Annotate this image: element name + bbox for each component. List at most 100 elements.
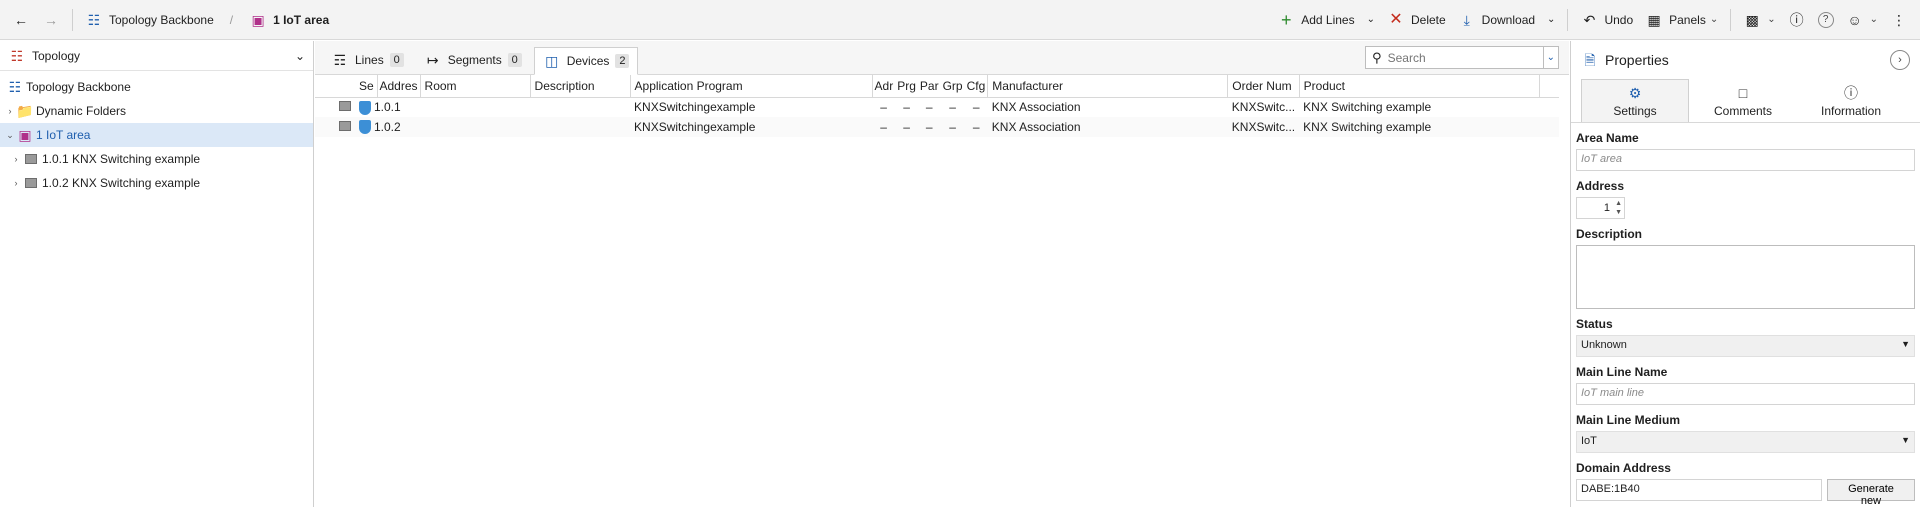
tree-item-dynamic-folders[interactable]: › 📁 Dynamic Folders	[0, 99, 313, 123]
column-header-address[interactable]: Addres	[377, 75, 421, 98]
stepper-arrows-icon[interactable]: ▲ ▼	[1615, 199, 1622, 217]
tree-item-topology-backbone[interactable]: ☷ Topology Backbone	[0, 75, 313, 99]
delete-x-icon: ✕	[1389, 10, 1403, 28]
divider	[1567, 8, 1569, 31]
segments-icon: ↦	[426, 52, 439, 68]
download-button[interactable]: ⤓ Download	[1452, 6, 1541, 34]
order-number-cell: KNXSwitc...	[1231, 100, 1296, 115]
chevron-down-icon[interactable]: ⌄	[295, 49, 305, 63]
tree-item-label: Topology Backbone	[26, 80, 131, 94]
chevron-right-icon[interactable]: ›	[10, 178, 22, 188]
download-label: Download	[1481, 12, 1536, 27]
column-header-prg[interactable]: Prg	[895, 75, 918, 98]
tab-devices[interactable]: ◫ Devices 2	[533, 47, 639, 75]
tree-panel-header[interactable]: ☷ Topology ⌄	[0, 41, 313, 71]
add-lines-dropdown[interactable]: ⌄	[1361, 6, 1381, 34]
info-icon: ⓘ	[1789, 11, 1804, 28]
tree-item-device-1-0-1[interactable]: › 1.0.1 KNX Switching example	[0, 147, 313, 171]
room-cell	[420, 97, 530, 117]
cfg-cell: –	[964, 117, 988, 137]
product-cell: KNX Switching example	[1303, 100, 1432, 115]
help-button[interactable]: ?	[1812, 6, 1840, 34]
tab-comments[interactable]: □ Comments	[1689, 79, 1797, 122]
chevron-right-icon[interactable]: ›	[10, 154, 22, 164]
par-cell: –	[925, 100, 933, 115]
column-header-application-program[interactable]: Application Program	[630, 75, 873, 98]
devices-table: Se Addres Room Description Application P…	[315, 75, 1560, 137]
column-header-cfg[interactable]: Cfg	[964, 75, 989, 98]
column-header-product[interactable]: Product	[1299, 75, 1540, 98]
status-label: Status	[1576, 317, 1613, 331]
tree-item-label: 1 IoT area	[36, 128, 91, 142]
column-header-par[interactable]: Par	[917, 75, 941, 98]
search-input[interactable]	[1385, 50, 1543, 65]
properties-tabs: ⚙ Settings □ Comments ⓘ Information	[1571, 79, 1920, 123]
tree-item-iot-area[interactable]: ⌄ ▣ 1 IoT area	[0, 123, 313, 147]
area-name-field[interactable]: IoT area	[1576, 149, 1915, 171]
breadcrumb-topology-backbone[interactable]: ☷ Topology Backbone	[79, 6, 220, 34]
column-header-order-number[interactable]: Order Num	[1227, 75, 1300, 98]
undo-icon: ↶	[1583, 11, 1596, 28]
grp-cell: –	[949, 100, 956, 115]
tab-information[interactable]: ⓘ Information	[1797, 79, 1905, 122]
order-number-cell: KNXSwitc...	[1227, 117, 1300, 137]
download-dropdown[interactable]: ⌄	[1541, 6, 1561, 34]
row-device-icon-cell	[315, 97, 359, 117]
chevron-down-icon[interactable]: ⌄	[4, 130, 16, 141]
column-header-description[interactable]: Description	[530, 75, 631, 98]
user-icon: ☺	[1847, 11, 1862, 28]
add-lines-button[interactable]: + Add Lines	[1271, 6, 1360, 34]
properties-header: 🗎 Properties ›	[1571, 41, 1920, 79]
column-header-manufacturer[interactable]: Manufacturer	[987, 75, 1229, 98]
column-header-adr[interactable]: Adr	[872, 75, 896, 98]
description-cell	[530, 117, 631, 137]
table-row[interactable]: 1.0.2 KNXSwitchingexample – – – – – KNX …	[315, 117, 1560, 137]
address-stepper[interactable]: 1 ▲ ▼	[1576, 197, 1625, 219]
address-cell: 1.0.1	[359, 97, 420, 117]
properties-panel: 🗎 Properties › ⚙ Settings □ Comments ⓘ I…	[1570, 41, 1920, 507]
workspace-button[interactable]: ▩ ⌄	[1737, 6, 1781, 34]
collapse-panel-button[interactable]: ›	[1890, 50, 1910, 70]
forward-button[interactable]: →	[36, 6, 66, 34]
more-button[interactable]: ⋮	[1884, 6, 1914, 34]
chevron-right-icon: ›	[1898, 54, 1902, 66]
delete-button[interactable]: ✕ Delete	[1381, 6, 1452, 34]
main-line-medium-value: IoT	[1581, 435, 1597, 447]
domain-address-field[interactable]: DABE:1B40	[1576, 479, 1822, 501]
tree-item-label: Dynamic Folders	[36, 104, 127, 118]
search-icon: ⚲	[1372, 50, 1382, 65]
count-badge: 2	[615, 54, 630, 68]
user-button[interactable]: ☺ ⌄	[1840, 6, 1884, 34]
count-badge: 0	[507, 53, 522, 67]
column-header-security[interactable]: Se	[359, 75, 378, 98]
table-row[interactable]: 1.0.1 KNXSwitchingexample – – – – – KNX …	[315, 97, 1559, 117]
main-line-medium-select[interactable]: IoT ▼	[1576, 431, 1915, 453]
device-icon	[22, 174, 40, 192]
breadcrumb-iot-area[interactable]: ▣ 1 IoT area	[243, 6, 335, 34]
info-button[interactable]: ⓘ	[1782, 6, 1812, 34]
description-textarea[interactable]	[1576, 245, 1915, 309]
prg-cell: –	[895, 117, 918, 137]
chevron-right-icon[interactable]: ›	[4, 106, 16, 116]
column-header-grp[interactable]: Grp	[940, 75, 965, 98]
tree-item-device-1-0-2[interactable]: › 1.0.2 KNX Switching example	[0, 171, 313, 195]
row-device-icon-cell	[315, 117, 359, 137]
caret-down-icon: ▼	[1901, 339, 1910, 349]
generate-new-button[interactable]: Generate new	[1827, 479, 1915, 507]
tab-segments[interactable]: ↦ Segments 0	[416, 46, 530, 74]
add-lines-label: Add Lines	[1301, 12, 1355, 27]
tab-lines[interactable]: ☶ Lines 0	[323, 46, 412, 74]
manufacturer-cell: KNX Association	[987, 117, 1228, 137]
column-header-filler	[1539, 75, 1560, 98]
status-select[interactable]: Unknown ▼	[1576, 335, 1915, 357]
search-options-dropdown[interactable]: ⌄	[1542, 47, 1558, 68]
chevron-down-icon: ⌄	[1546, 52, 1555, 63]
column-header-room[interactable]: Room	[420, 75, 531, 98]
main-line-name-field[interactable]: IoT main line	[1576, 383, 1915, 405]
back-button[interactable]: ←	[6, 6, 36, 34]
tab-settings[interactable]: ⚙ Settings	[1581, 79, 1689, 122]
undo-button[interactable]: ↶ Undo	[1574, 6, 1639, 34]
main-content: ☶ Lines 0 ↦ Segments 0 ◫ Devices 2 ⚲ ⌄	[315, 41, 1569, 507]
panels-button[interactable]: ▦ Panels ⌄	[1639, 6, 1724, 34]
top-toolbar: ← → ☷ Topology Backbone / ▣ 1 IoT area +…	[0, 0, 1920, 40]
